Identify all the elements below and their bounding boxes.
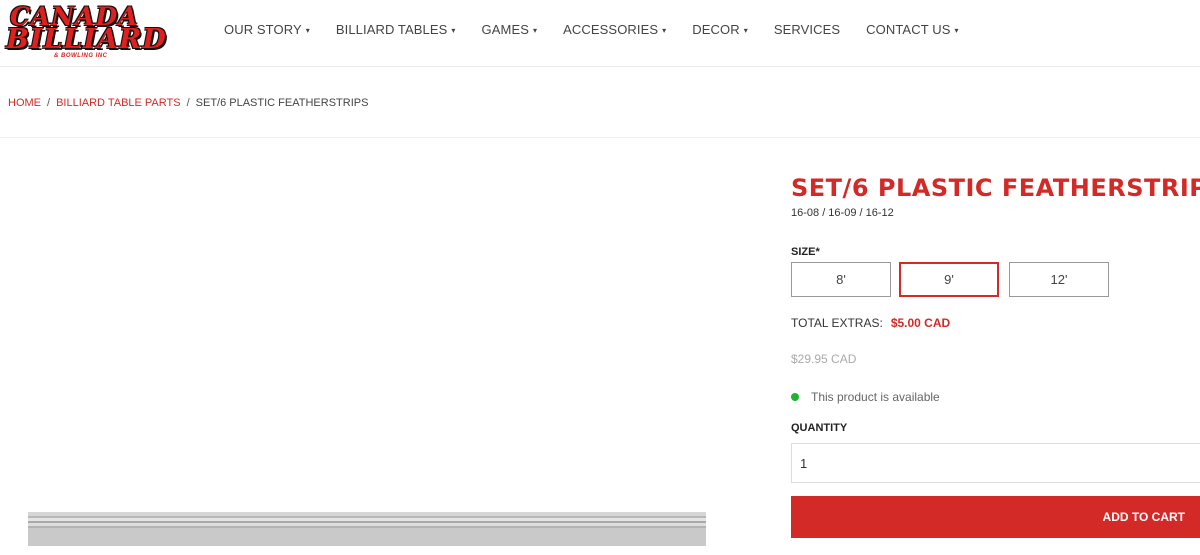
nav-contact-us[interactable]: CONTACT US ▾	[866, 22, 958, 37]
quantity-input[interactable]	[791, 443, 1200, 483]
nav-label: CONTACT US	[866, 22, 951, 37]
breadcrumb-separator: /	[186, 97, 190, 109]
chevron-down-icon: ▾	[451, 26, 456, 35]
logo-line-2: BILLIARD	[6, 24, 167, 55]
site-logo[interactable]: CANADA BILLIARD & BOWLING INC	[6, 4, 188, 60]
total-extras: TOTAL EXTRAS: $5.00 CAD	[791, 316, 950, 330]
breadcrumb-separator: /	[47, 97, 51, 109]
featherstrip-image	[28, 512, 706, 546]
nav-games[interactable]: GAMES ▾	[482, 22, 538, 37]
available-dot-icon	[791, 393, 799, 401]
product-sku: 16-08 / 16-09 / 16-12	[791, 207, 894, 219]
divider	[0, 137, 1200, 138]
nav-label: GAMES	[481, 22, 530, 37]
breadcrumb-current: SET/6 PLASTIC FEATHERSTRIPS	[195, 97, 369, 109]
main-nav: OUR STORY ▾ BILLIARD TABLES ▾ GAMES ▾ ACCES…	[224, 22, 985, 37]
size-option-8[interactable]: 8'	[791, 262, 891, 297]
availability: This product is available	[791, 390, 940, 404]
nav-label: OUR STORY	[224, 22, 302, 37]
chevron-down-icon: ▾	[743, 26, 748, 35]
product-price: $29.95 CAD	[791, 352, 857, 366]
product-title: SET/6 PLASTIC FEATHERSTRIPS	[791, 174, 1200, 202]
chevron-down-icon: ▾	[533, 26, 538, 35]
quantity-label: QUANTITY	[791, 422, 848, 434]
availability-text: This product is available	[811, 390, 940, 404]
nav-accessories[interactable]: ACCESSORIES ▾	[563, 22, 666, 37]
total-extras-label: TOTAL EXTRAS:	[791, 316, 883, 330]
product-image[interactable]	[28, 512, 706, 546]
chevron-down-icon: ▾	[305, 26, 310, 35]
nav-services[interactable]: SERVICES	[774, 22, 840, 37]
breadcrumb: HOME / BILLIARD TABLE PARTS / SET/6 PLASTIC …	[8, 97, 368, 109]
nav-label: DECOR	[692, 22, 740, 37]
chevron-down-icon: ▾	[662, 26, 667, 35]
size-option-9-selected[interactable]: 9'	[899, 262, 999, 297]
nav-decor[interactable]: DECOR ▾	[692, 22, 748, 37]
add-to-cart-button[interactable]: ADD TO CART	[791, 496, 1200, 538]
logo-line-3: & BOWLING INC	[54, 53, 108, 59]
nav-label: ACCESSORIES	[563, 22, 659, 37]
nav-label: SERVICES	[773, 22, 841, 37]
total-extras-value: $5.00 CAD	[890, 316, 951, 330]
nav-our-story[interactable]: OUR STORY ▾	[224, 22, 310, 37]
size-label: SIZE*	[791, 246, 820, 258]
chevron-down-icon: ▾	[954, 26, 959, 35]
breadcrumb-category[interactable]: BILLIARD TABLE PARTS	[56, 97, 181, 109]
nav-label: BILLIARD TABLES	[335, 22, 448, 37]
nav-billiard-tables[interactable]: BILLIARD TABLES ▾	[336, 22, 456, 37]
site-header: CANADA BILLIARD & BOWLING INC OUR STORY ▾…	[0, 0, 1200, 67]
size-option-12[interactable]: 12'	[1009, 262, 1109, 297]
breadcrumb-home[interactable]: HOME	[8, 97, 41, 109]
